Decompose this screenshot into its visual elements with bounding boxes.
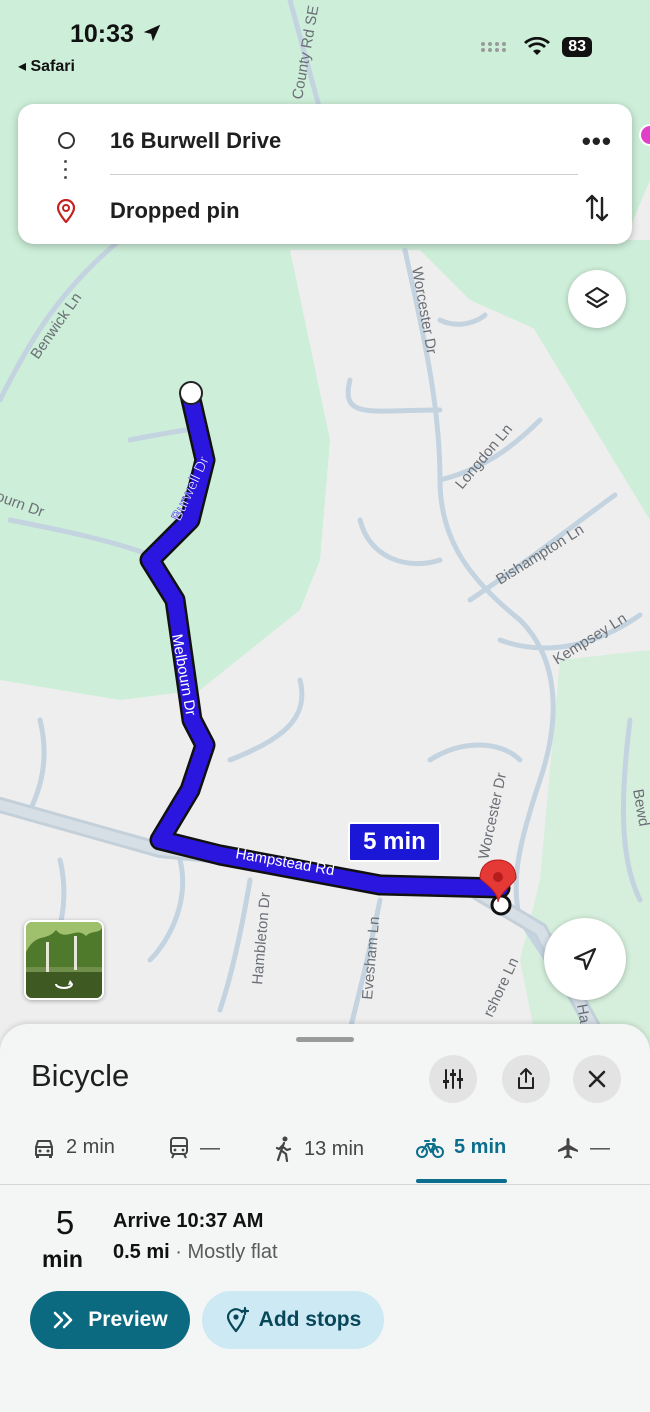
origin-marker[interactable] xyxy=(179,381,203,405)
route-time-bubble[interactable]: 5 min xyxy=(348,822,441,862)
sheet-handle[interactable] xyxy=(296,1037,354,1042)
divider xyxy=(0,1184,650,1185)
route-details: 0.5 mi · Mostly flat xyxy=(113,1241,278,1264)
transit-icon xyxy=(170,1137,188,1159)
active-tab-indicator xyxy=(416,1179,507,1183)
recenter-button[interactable] xyxy=(544,918,626,1000)
add-stops-button[interactable]: Add stops xyxy=(202,1291,384,1349)
tab-flight[interactable]: — xyxy=(556,1136,610,1160)
tab-flight-label: — xyxy=(590,1136,610,1159)
status-indicators: 83 xyxy=(480,37,592,57)
divider xyxy=(110,174,578,175)
tab-drive[interactable]: 2 min xyxy=(32,1136,115,1159)
bicycle-icon xyxy=(416,1137,444,1158)
preview-button[interactable]: Preview xyxy=(30,1291,190,1349)
flight-icon xyxy=(558,1138,578,1159)
signal-icon xyxy=(481,42,507,52)
double-chevron-icon xyxy=(53,1311,73,1329)
route-dots-icon xyxy=(64,160,68,184)
tab-transit[interactable]: — xyxy=(168,1136,220,1160)
add-stops-label: Add stops xyxy=(258,1308,362,1331)
tab-transit-label: — xyxy=(200,1136,220,1159)
pin-icon xyxy=(56,199,76,223)
destination-dot xyxy=(490,894,512,916)
share-button[interactable] xyxy=(502,1055,550,1103)
wifi-icon xyxy=(524,37,551,55)
route-terrain: · Mostly flat xyxy=(169,1241,278,1263)
tab-bicycle[interactable]: 5 min xyxy=(416,1136,506,1159)
destination-field[interactable]: Dropped pin xyxy=(110,198,240,224)
close-icon xyxy=(588,1070,606,1088)
route-distance: 0.5 mi xyxy=(113,1241,170,1263)
walk-icon xyxy=(275,1136,292,1162)
arrival-time: Arrive 10:37 AM xyxy=(113,1210,264,1232)
more-options-icon[interactable]: ••• xyxy=(582,126,612,157)
street-view-thumbnail[interactable] xyxy=(24,920,104,1000)
car-icon xyxy=(35,1139,53,1158)
tab-walk[interactable]: 13 min xyxy=(274,1136,364,1162)
origin-circle-icon xyxy=(58,132,75,149)
back-to-safari[interactable]: ◂ Safari xyxy=(18,56,75,76)
tab-bicycle-label: 5 min xyxy=(454,1136,507,1158)
layers-icon xyxy=(584,286,610,309)
layers-button[interactable] xyxy=(568,270,626,328)
battery-level: 83 xyxy=(562,37,592,57)
travel-mode-tabs: 2 min — 13 min 5 min — xyxy=(0,1124,650,1184)
status-time: 10:33 xyxy=(70,20,163,49)
navigation-arrow-icon xyxy=(573,947,597,971)
location-arrow-icon xyxy=(143,24,161,42)
close-button[interactable] xyxy=(573,1055,621,1103)
directions-sheet[interactable]: Bicycle 2 min — 13 min 5 min — 5 min Arr… xyxy=(0,1024,650,1412)
share-icon xyxy=(518,1068,534,1089)
sliders-icon xyxy=(443,1069,463,1089)
eta-value: 5 xyxy=(55,1204,75,1241)
add-location-icon xyxy=(226,1307,249,1333)
street-label: Ha xyxy=(573,1003,593,1025)
eta-unit: min xyxy=(42,1246,83,1272)
origin-field[interactable]: 16 Burwell Drive xyxy=(110,128,281,154)
tab-drive-label: 2 min xyxy=(66,1136,115,1158)
route-card[interactable]: 16 Burwell Drive Dropped pin ••• xyxy=(18,104,632,244)
preview-label: Preview xyxy=(88,1308,168,1331)
tab-walk-label: 13 min xyxy=(304,1137,365,1160)
swap-icon[interactable] xyxy=(584,192,610,224)
route-options-button[interactable] xyxy=(429,1055,477,1103)
sheet-title: Bicycle xyxy=(31,1058,130,1093)
